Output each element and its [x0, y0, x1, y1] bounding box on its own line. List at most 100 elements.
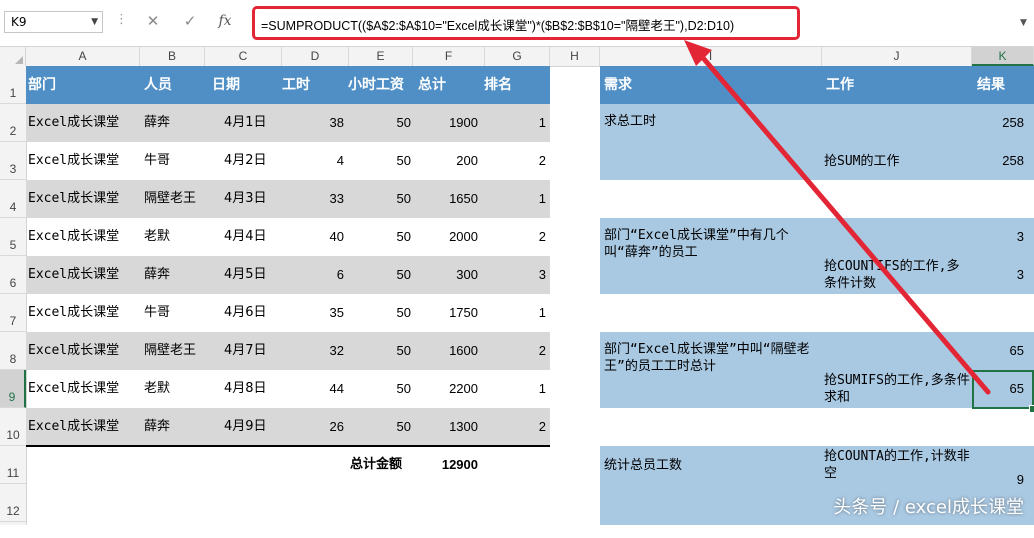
- expand-formula-bar-icon[interactable]: ▼: [1020, 18, 1028, 28]
- row-header-11[interactable]: 11: [0, 446, 26, 484]
- row-header-4[interactable]: 4: [0, 180, 26, 218]
- table-cell[interactable]: 2: [486, 142, 546, 180]
- need-text[interactable]: 统计总员工数: [604, 457, 814, 474]
- table-row[interactable]: Excel成长课堂 老默 4月4日 40 50 2000 2: [26, 218, 550, 256]
- table-row[interactable]: Excel成长课堂 牛哥 4月2日 4 50 200 2: [26, 142, 550, 180]
- table-cell[interactable]: 50: [351, 142, 411, 180]
- formula-input[interactable]: =SUMPRODUCT(($A$2:$A$10="Excel成长课堂")*($B…: [261, 15, 734, 34]
- table-cell[interactable]: 2200: [418, 370, 478, 408]
- row-header-9[interactable]: 9: [0, 370, 26, 408]
- column-header-b[interactable]: B: [140, 47, 205, 66]
- need-text[interactable]: 部门“Excel成长课堂”中有几个叫“薛奔”的员工: [604, 227, 814, 261]
- table-cell[interactable]: 1650: [418, 180, 478, 218]
- row-header-10[interactable]: 10: [0, 408, 26, 446]
- sheet-grid[interactable]: 部门 人员 日期 工时 小时工资 总计 排名 需求 工作 结果 Excel成长课堂 薛奔 4月1日 3…: [26, 66, 1034, 525]
- table-cell[interactable]: 4月3日: [224, 180, 267, 218]
- table-cell[interactable]: Excel成长课堂: [28, 370, 119, 408]
- table-cell[interactable]: 薛奔: [144, 104, 170, 142]
- table-row[interactable]: Excel成长课堂 隔壁老王 4月7日 32 50 1600 2: [26, 332, 550, 370]
- table-cell[interactable]: 35: [284, 294, 344, 332]
- table-cell[interactable]: 2: [486, 218, 546, 256]
- fill-handle[interactable]: [1029, 405, 1034, 413]
- result-value[interactable]: 258: [976, 115, 1024, 130]
- table-cell[interactable]: 32: [284, 332, 344, 370]
- table-cell[interactable]: 1: [486, 180, 546, 218]
- table-cell[interactable]: 6: [284, 256, 344, 294]
- need-text[interactable]: 求总工时: [604, 113, 814, 130]
- table-cell[interactable]: Excel成长课堂: [28, 180, 119, 218]
- table-cell[interactable]: Excel成长课堂: [28, 408, 119, 446]
- cancel-button[interactable]: ✕: [141, 10, 165, 32]
- table-row[interactable]: Excel成长课堂 薛奔 4月9日 26 50 1300 2: [26, 408, 550, 446]
- work-text[interactable]: 抢SUM的工作: [824, 153, 972, 170]
- table-cell[interactable]: 1600: [418, 332, 478, 370]
- table-cell[interactable]: Excel成长课堂: [28, 218, 119, 256]
- table-cell[interactable]: 牛哥: [144, 294, 170, 332]
- active-cell-K9[interactable]: [972, 370, 1034, 409]
- table-cell[interactable]: 50: [351, 294, 411, 332]
- select-all-button[interactable]: [0, 47, 26, 66]
- table-cell[interactable]: 38: [284, 104, 344, 142]
- formula-input-highlight[interactable]: =SUMPRODUCT(($A$2:$A$10="Excel成长课堂")*($B…: [252, 6, 800, 40]
- row-header-12[interactable]: 12: [0, 484, 26, 522]
- table-cell[interactable]: 1: [486, 370, 546, 408]
- table-cell[interactable]: 1750: [418, 294, 478, 332]
- table-row[interactable]: Excel成长课堂 隔壁老王 4月3日 33 50 1650 1: [26, 180, 550, 218]
- table-cell[interactable]: Excel成长课堂: [28, 332, 119, 370]
- column-header-i[interactable]: I: [600, 47, 822, 66]
- result-value[interactable]: 3: [976, 267, 1024, 282]
- result-value[interactable]: 65: [976, 343, 1024, 358]
- table-cell[interactable]: 1: [486, 104, 546, 142]
- table-cell[interactable]: 1300: [418, 408, 478, 446]
- table-cell[interactable]: Excel成长课堂: [28, 256, 119, 294]
- result-value[interactable]: 3: [976, 229, 1024, 244]
- table-cell[interactable]: 4: [284, 142, 344, 180]
- chevron-down-icon[interactable]: ▼: [91, 12, 98, 32]
- name-box[interactable]: K9 ▼: [4, 11, 103, 33]
- table-cell[interactable]: 40: [284, 218, 344, 256]
- table-cell[interactable]: Excel成长课堂: [28, 294, 119, 332]
- column-header-j[interactable]: J: [822, 47, 972, 66]
- row-header-3[interactable]: 3: [0, 142, 26, 180]
- table-cell[interactable]: 1900: [418, 104, 478, 142]
- table-cell[interactable]: 50: [351, 180, 411, 218]
- table-row[interactable]: Excel成长课堂 薛奔 4月5日 6 50 300 3: [26, 256, 550, 294]
- row-header-2[interactable]: 2: [0, 104, 26, 142]
- table-cell[interactable]: 50: [351, 408, 411, 446]
- table-cell[interactable]: Excel成长课堂: [28, 104, 119, 142]
- result-value[interactable]: 9: [976, 472, 1024, 487]
- row-header-5[interactable]: 5: [0, 218, 26, 256]
- table-cell[interactable]: 2: [486, 332, 546, 370]
- table-cell[interactable]: 26: [284, 408, 344, 446]
- table-cell[interactable]: 4月9日: [224, 408, 267, 446]
- table-cell[interactable]: 牛哥: [144, 142, 170, 180]
- column-header-a[interactable]: A: [26, 47, 140, 66]
- need-text[interactable]: 部门“Excel成长课堂”中叫“隔壁老王”的员工工时总计: [604, 341, 814, 375]
- table-cell[interactable]: 老默: [144, 370, 170, 408]
- column-header-g[interactable]: G: [485, 47, 550, 66]
- table-cell[interactable]: 4月8日: [224, 370, 267, 408]
- table-cell[interactable]: 4月4日: [224, 218, 267, 256]
- table-cell[interactable]: 50: [351, 370, 411, 408]
- table-cell[interactable]: 薛奔: [144, 256, 170, 294]
- table-row[interactable]: Excel成长课堂 薛奔 4月1日 38 50 1900 1: [26, 104, 550, 142]
- table-cell[interactable]: 200: [418, 142, 478, 180]
- table-cell[interactable]: 4月5日: [224, 256, 267, 294]
- table-cell[interactable]: 50: [351, 256, 411, 294]
- column-header-f[interactable]: F: [413, 47, 485, 66]
- table-cell[interactable]: 4月1日: [224, 104, 267, 142]
- result-value[interactable]: 258: [976, 153, 1024, 168]
- table-cell[interactable]: 隔壁老王: [144, 180, 196, 218]
- row-header-1[interactable]: 1: [0, 66, 26, 104]
- table-cell[interactable]: 44: [284, 370, 344, 408]
- table-cell[interactable]: 隔壁老王: [144, 332, 196, 370]
- row-header-8[interactable]: 8: [0, 332, 26, 370]
- table-cell[interactable]: 4月6日: [224, 294, 267, 332]
- column-header-h[interactable]: H: [550, 47, 600, 66]
- table-row[interactable]: Excel成长课堂 牛哥 4月6日 35 50 1750 1: [26, 294, 550, 332]
- table-row[interactable]: Excel成长课堂 老默 4月8日 44 50 2200 1: [26, 370, 550, 408]
- table-cell[interactable]: 50: [351, 218, 411, 256]
- work-text[interactable]: 抢SUMIFS的工作,多条件求和: [824, 372, 972, 406]
- table-cell[interactable]: 2000: [418, 218, 478, 256]
- row-header-7[interactable]: 7: [0, 294, 26, 332]
